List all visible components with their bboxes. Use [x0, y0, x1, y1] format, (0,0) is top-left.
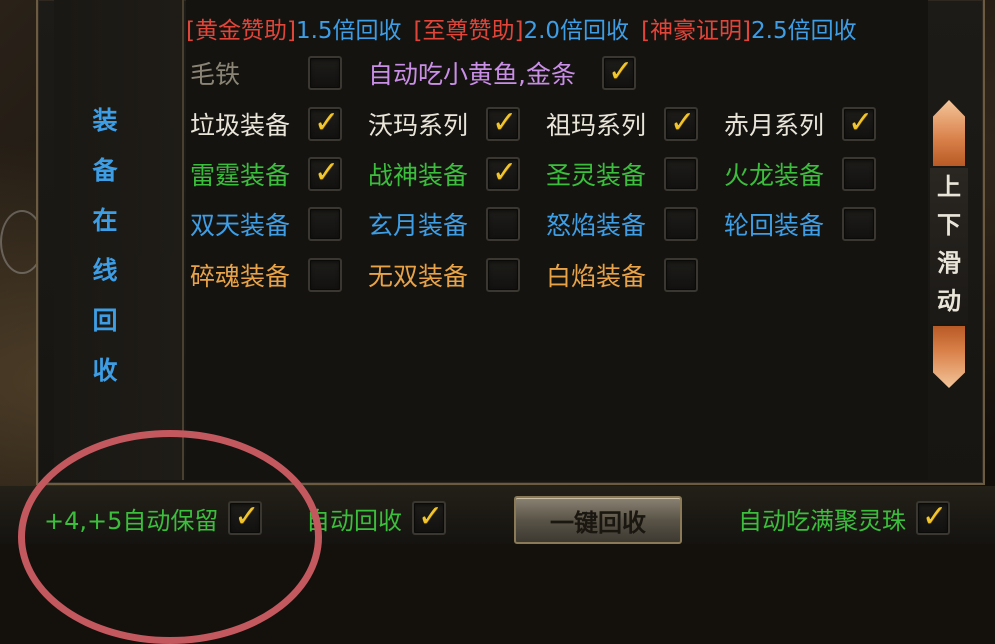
auto-eat-checkbox[interactable]: ✓	[916, 499, 950, 535]
sponsor-row: [黄金赞助] 1.5倍回收 [至尊赞助] 2.0倍回收 [神豪证明] 2.5倍回…	[186, 10, 869, 46]
option-label: 沃玛系列	[368, 111, 469, 140]
option-checkbox[interactable]: ✓	[601, 54, 636, 90]
option-cell: 双天装备	[190, 206, 368, 242]
option-row: 雷霆装备 ✓ 战神装备 ✓ 圣灵装备 火龙装备	[190, 154, 902, 194]
option-label: 赤月系列	[724, 111, 825, 140]
option-cell: 火龙装备	[724, 156, 902, 192]
sponsor-value-tycoon: 2.5倍回收	[751, 18, 857, 44]
keep-label: +4,+5自动保留	[44, 506, 219, 535]
keep-plus-items: +4,+5自动保留 ✓	[44, 498, 263, 538]
option-label: 白焰装备	[546, 262, 647, 291]
auto-recycle-checkbox[interactable]: ✓	[412, 499, 446, 535]
checkmark-icon: ✓	[314, 105, 340, 140]
option-checkbox[interactable]	[308, 56, 342, 90]
option-cell: 轮回装备	[724, 206, 902, 242]
option-label: 毛铁	[190, 60, 241, 89]
checkmark-icon: ✓	[418, 499, 444, 534]
option-label: 玄月装备	[368, 211, 469, 240]
checkmark-icon: ✓	[848, 105, 874, 140]
auto-eat-orb: 自动吃满聚灵珠 ✓	[738, 498, 950, 538]
auto-eat-label: 自动吃满聚灵珠	[738, 506, 906, 535]
sponsor-tag-supreme: [至尊赞助]	[413, 18, 524, 44]
option-cell: 无双装备	[368, 257, 546, 293]
option-checkbox[interactable]: ✓	[842, 105, 876, 141]
option-label: 垃圾装备	[190, 111, 291, 140]
option-label: 雷霆装备	[190, 161, 291, 190]
option-row-special: 毛铁 自动吃小黄鱼,金条 ✓	[190, 53, 636, 93]
auto-recycle-label: 自动回收	[306, 506, 402, 535]
option-cell: 玄月装备	[368, 206, 546, 242]
checkmark-icon: ✓	[670, 105, 696, 140]
sponsor-tag-gold: [黄金赞助]	[186, 18, 296, 44]
option-checkbox[interactable]: ✓	[664, 105, 698, 141]
option-checkbox[interactable]	[486, 258, 520, 292]
scroll-down-arrow-icon[interactable]	[933, 326, 965, 388]
checkmark-icon: ✓	[314, 155, 340, 190]
option-checkbox[interactable]: ✓	[308, 105, 342, 141]
option-row: 双天装备 玄月装备 怒焰装备 轮回装备	[190, 204, 902, 244]
option-label: 火龙装备	[724, 161, 825, 190]
option-label: 双天装备	[190, 211, 291, 240]
option-checkbox[interactable]	[308, 258, 342, 292]
one-key-recycle-button[interactable]: 一键回收	[514, 496, 682, 544]
option-cell: 雷霆装备 ✓	[190, 155, 368, 192]
scroll-label: 上 下 滑 动	[930, 168, 968, 324]
option-label: 碎魂装备	[190, 262, 291, 291]
option-cell: 碎魂装备	[190, 257, 368, 293]
option-checkbox[interactable]: ✓	[486, 105, 520, 141]
option-cell: 圣灵装备	[546, 156, 724, 192]
option-cell: 白焰装备	[546, 257, 724, 293]
option-checkbox[interactable]	[664, 258, 698, 292]
option-checkbox[interactable]: ✓	[486, 155, 520, 191]
checkmark-icon: ✓	[492, 105, 518, 140]
keep-checkbox[interactable]: ✓	[228, 499, 263, 535]
option-checkbox[interactable]	[842, 207, 876, 241]
option-cell: 沃玛系列 ✓	[368, 105, 546, 142]
option-cell: 赤月系列 ✓	[724, 105, 902, 142]
sponsor-tag-tycoon: [神豪证明]	[641, 18, 752, 44]
sponsor-value-gold: 1.5倍回收	[295, 18, 402, 44]
sponsor-value-supreme: 2.0倍回收	[523, 18, 630, 44]
option-cell: 战神装备 ✓	[368, 155, 546, 192]
side-title: 装 备 在 线 回 收	[92, 106, 118, 385]
checkmark-icon: ✓	[492, 155, 518, 190]
option-cell: 祖玛系列 ✓	[546, 105, 724, 142]
checkmark-icon: ✓	[607, 54, 634, 89]
option-checkbox[interactable]: ✓	[308, 155, 342, 191]
option-label: 无双装备	[368, 262, 469, 291]
scroll-control[interactable]: 上 下 滑 动	[930, 100, 968, 390]
option-label: 祖玛系列	[546, 111, 647, 140]
option-checkbox[interactable]	[308, 207, 342, 241]
checkmark-icon: ✓	[234, 499, 260, 534]
option-checkbox[interactable]	[664, 207, 698, 241]
option-row: 碎魂装备 无双装备 白焰装备	[190, 255, 724, 295]
option-cell: 怒焰装备	[546, 206, 724, 242]
option-label: 圣灵装备	[546, 161, 647, 190]
option-label: 怒焰装备	[546, 211, 647, 240]
scroll-up-arrow-icon[interactable]	[933, 100, 965, 166]
option-label: 轮回装备	[724, 211, 825, 240]
option-label: 自动吃小黄鱼,金条	[368, 60, 576, 89]
auto-recycle: 自动回收 ✓	[306, 498, 446, 538]
option-row: 垃圾装备 ✓ 沃玛系列 ✓ 祖玛系列 ✓ 赤月系列 ✓	[190, 104, 902, 144]
checkmark-icon: ✓	[922, 499, 948, 534]
option-checkbox[interactable]	[486, 207, 520, 241]
option-cell: 垃圾装备 ✓	[190, 105, 368, 142]
option-label: 战神装备	[368, 161, 469, 190]
option-checkbox[interactable]	[664, 157, 698, 191]
option-checkbox[interactable]	[842, 157, 876, 191]
